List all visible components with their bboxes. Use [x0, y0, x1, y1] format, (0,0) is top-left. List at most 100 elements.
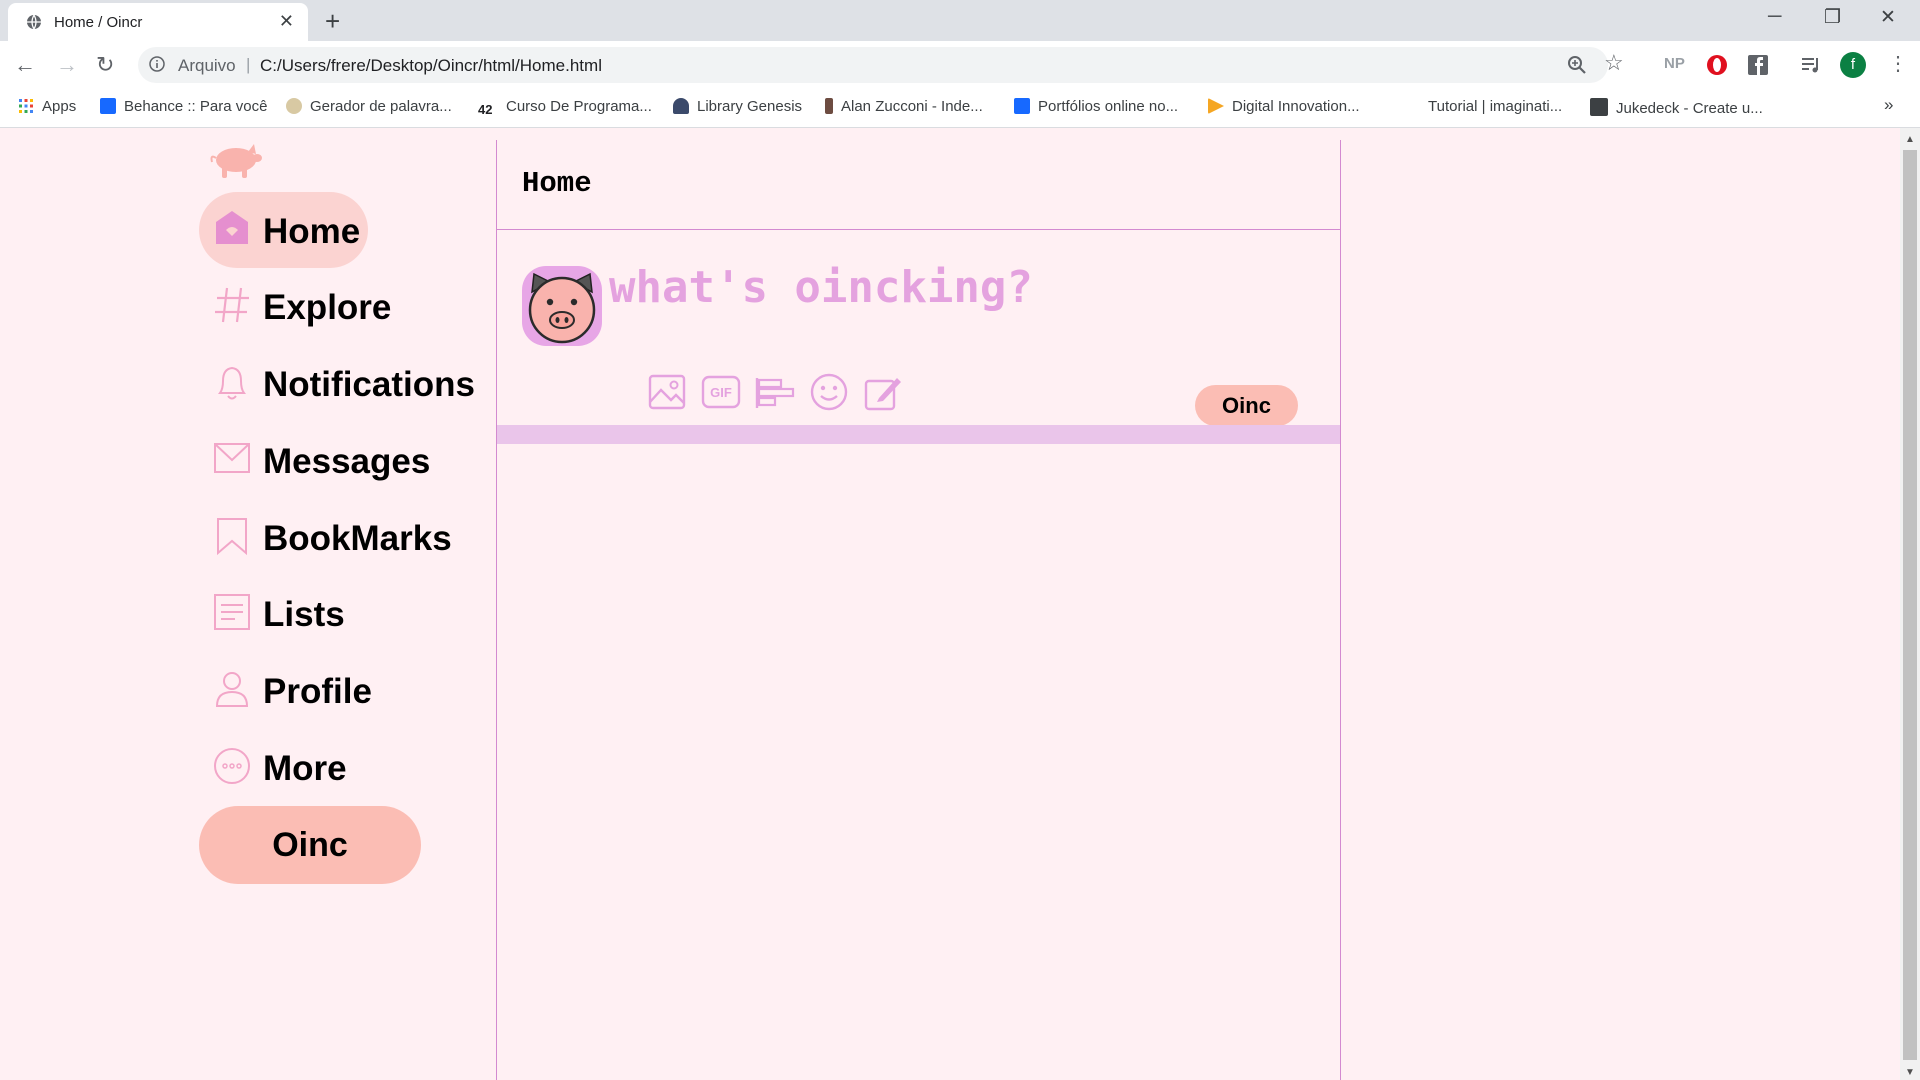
sidebar-item-label: Lists	[263, 595, 345, 634]
gif-icon[interactable]: GIF	[701, 372, 741, 412]
sidebar-item-notifications[interactable]: Notifications	[199, 345, 479, 421]
oinc-sidebar-button[interactable]: Oinc	[199, 806, 421, 884]
reading-list-icon[interactable]	[1798, 52, 1824, 78]
library-icon	[673, 98, 689, 114]
browser-tab[interactable]: Home / Oincr ✕	[8, 3, 308, 41]
envelope-icon	[214, 443, 250, 473]
page-title: Home	[522, 167, 592, 200]
course-icon: 42	[478, 102, 493, 117]
tab-close-icon[interactable]: ✕	[279, 11, 294, 32]
scrollbar-thumb[interactable]	[1903, 150, 1917, 1060]
info-icon[interactable]	[149, 56, 165, 72]
sidebar-item-messages[interactable]: Messages	[199, 422, 439, 498]
bookmark-icon	[217, 518, 247, 556]
user-icon	[215, 672, 249, 707]
sidebar-item-more[interactable]: More	[199, 729, 379, 805]
forward-button[interactable]: →	[56, 52, 78, 78]
pig-avatar-icon[interactable]	[522, 266, 602, 346]
close-window-button[interactable]: ✕	[1880, 6, 1896, 29]
bookmark-label: Digital Innovation...	[1232, 98, 1360, 115]
restore-button[interactable]: ❐	[1824, 6, 1841, 29]
house-icon	[216, 211, 248, 244]
behance-icon	[100, 98, 116, 114]
bookmark-gerador[interactable]: Gerador de palavra...	[286, 98, 452, 115]
browser-toolbar: ← → ↻ Arquivo | C:/Users/frere/Desktop/O…	[0, 41, 1920, 89]
more-icon	[214, 748, 250, 784]
bookmark-apps[interactable]: Apps	[18, 98, 76, 115]
sidebar-item-profile[interactable]: Profile	[199, 652, 399, 728]
pig-logo-icon[interactable]	[206, 140, 262, 180]
bell-icon	[218, 366, 246, 400]
bookmark-curso[interactable]: 42 Curso De Programa...	[478, 98, 652, 118]
browser-tab-strip: Home / Oincr ✕ + ─ ❐ ✕	[0, 0, 1920, 41]
sidebar-item-label: Explore	[263, 288, 392, 327]
sidebar-item-bookmarks[interactable]: BookMarks	[199, 499, 452, 575]
bookmark-label: Library Genesis	[697, 98, 803, 115]
sidebar-item-label: More	[263, 749, 347, 788]
bookmark-libgen[interactable]: Library Genesis	[673, 98, 802, 115]
globe-icon	[27, 14, 41, 30]
sidebar-item-home[interactable]: Home	[199, 192, 368, 268]
bookmarks-overflow-icon[interactable]: »	[1884, 95, 1893, 115]
scroll-up-arrow-icon[interactable]: ▲	[1905, 134, 1915, 145]
sidebar-item-label: BookMarks	[263, 519, 452, 558]
generator-icon	[286, 98, 302, 114]
bookmark-label: Jukedeck - Create u...	[1616, 100, 1763, 117]
sidebar-item-label: Messages	[263, 442, 431, 481]
sidebar-item-label: Home	[263, 212, 361, 251]
url-separator: |	[246, 55, 251, 74]
oinc-submit-button[interactable]: Oinc	[1195, 385, 1298, 426]
emoji-icon[interactable]	[809, 372, 849, 412]
poll-icon[interactable]	[755, 372, 795, 412]
minimize-button[interactable]: ─	[1768, 6, 1781, 28]
sidebar-item-explore[interactable]: Explore	[199, 268, 419, 344]
bookmark-label: Gerador de palavra...	[310, 98, 452, 115]
sidebar-item-label: Profile	[263, 672, 372, 711]
page-scrollbar[interactable]: ▲ ▼	[1900, 128, 1920, 1080]
bookmark-label: Alan Zucconi - Inde...	[841, 98, 983, 115]
image-icon[interactable]	[647, 372, 687, 412]
feed-header: Home	[497, 140, 1340, 230]
bookmark-label: Tutorial | imaginati...	[1428, 98, 1563, 115]
reload-button[interactable]: ↻	[96, 52, 114, 78]
url-text[interactable]: C:/Users/frere/Desktop/Oincr/html/Home.h…	[260, 56, 602, 76]
bookmarks-bar: Apps Behance :: Para você Gerador de pal…	[0, 89, 1920, 128]
bookmark-portfolios[interactable]: Portfólios online no...	[1014, 98, 1178, 115]
opera-extension-icon[interactable]	[1704, 52, 1730, 78]
bookmark-tutorial[interactable]: Tutorial | imaginati...	[1428, 98, 1562, 115]
schedule-icon[interactable]	[863, 372, 903, 412]
sidebar-item-label: Notifications	[263, 365, 475, 404]
new-tab-button[interactable]: +	[325, 6, 340, 37]
tab-title: Home / Oincr	[54, 14, 143, 31]
np-extension-icon[interactable]: NP	[1664, 55, 1688, 81]
address-bar[interactable]: Arquivo | C:/Users/frere/Desktop/Oincr/h…	[138, 47, 1624, 83]
feed-column: Home GIF	[496, 140, 1341, 1080]
sidebar-item-lists[interactable]: Lists	[199, 575, 369, 651]
hashtag-icon	[215, 287, 249, 323]
scroll-down-arrow-icon[interactable]: ▼	[1905, 1067, 1915, 1078]
apps-grid-icon	[19, 99, 33, 113]
zoom-icon[interactable]	[1566, 54, 1588, 76]
bookmark-dio[interactable]: Digital Innovation...	[1208, 98, 1360, 115]
bookmark-star-icon[interactable]: ☆	[1604, 50, 1624, 76]
behance-icon	[1014, 98, 1030, 114]
bookmark-zucconi[interactable]: Alan Zucconi - Inde...	[825, 98, 983, 115]
bookmark-label: Apps	[42, 98, 77, 115]
back-button[interactable]: ←	[14, 52, 36, 78]
compose-input[interactable]	[609, 262, 1249, 313]
gif-label: GIF	[710, 385, 732, 400]
bookmark-behance[interactable]: Behance :: Para você	[100, 98, 267, 115]
profile-avatar[interactable]: f	[1840, 52, 1866, 78]
dio-icon	[1208, 98, 1224, 114]
page-content: Home Explore Notifications Messages Book…	[0, 128, 1900, 1080]
list-icon	[214, 594, 250, 630]
menu-icon[interactable]: ⋮	[1888, 51, 1914, 77]
bookmark-label: Curso De Programa...	[506, 98, 652, 115]
scheme-label: Arquivo	[178, 56, 236, 75]
composer-divider	[497, 425, 1340, 444]
facebook-extension-icon[interactable]	[1745, 52, 1771, 78]
bookmark-label: Behance :: Para você	[124, 98, 268, 115]
person-icon	[825, 98, 833, 114]
bookmark-jukedeck[interactable]: Jukedeck - Create u...	[1590, 98, 1763, 117]
bookmark-label: Portfólios online no...	[1038, 98, 1179, 115]
